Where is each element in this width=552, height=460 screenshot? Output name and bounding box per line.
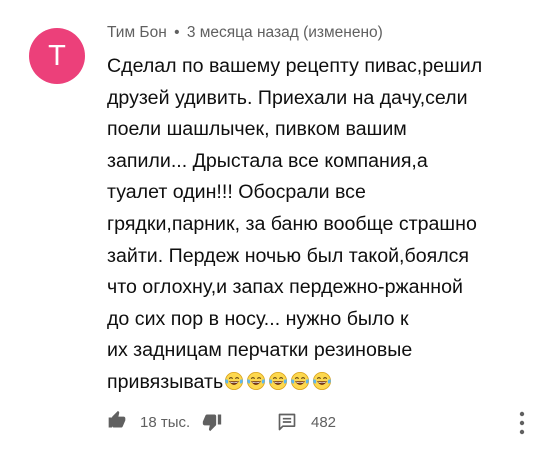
comment-text: Сделал по вашему рецепту пивас,решил дру… <box>107 51 537 402</box>
reply-comment-icon[interactable] <box>277 412 297 432</box>
laughing-tears-emoji-icon <box>313 371 332 390</box>
emoji-row <box>224 370 334 402</box>
more-vertical-icon[interactable] <box>518 410 526 436</box>
edited-label: (изменено) <box>303 24 383 41</box>
comment-line: зайти. Пердеж ночью был такой,боялся <box>107 244 470 267</box>
comment-line: до сих пор в носу... нужно было к <box>107 307 409 330</box>
like-count: 18 тыс. <box>140 414 191 431</box>
meta-separator: • <box>174 24 180 41</box>
comment-line: друзей удивить. Приехали на дачу,сели <box>107 86 468 109</box>
comment-meta: Тим Бон • 3 месяца назад (изменено) <box>107 24 383 42</box>
avatar[interactable]: T <box>29 28 85 84</box>
comment-line: что оглохну,и запах пердежно-ржанной <box>107 276 463 299</box>
avatar-letter: T <box>48 40 66 72</box>
comment-line: Сделал по вашему рецепту пивас,решил <box>107 55 483 77</box>
comment-line: запили... Дрыстала все компания,а <box>107 149 428 172</box>
comment-line-text: привязывать <box>107 370 224 393</box>
thumb-down-icon[interactable] <box>202 412 222 432</box>
reply-count: 482 <box>311 414 337 431</box>
laughing-tears-emoji-icon <box>247 371 266 390</box>
comment-line: туалет один!!! Обосрали все <box>107 181 366 204</box>
comment-line: поели шашлычек, пивком вашим <box>107 118 407 141</box>
laughing-tears-emoji-icon <box>269 371 288 390</box>
comment-line-last: привязывать <box>107 367 537 402</box>
thumb-up-icon[interactable] <box>107 410 127 430</box>
laughing-tears-emoji-icon <box>225 371 244 390</box>
comment-card: T Тим Бон • 3 месяца назад (изменено) Сд… <box>0 0 552 460</box>
author-name[interactable]: Тим Бон <box>107 24 167 41</box>
comment-line: грядки,парник, за баню вообще страшно <box>107 212 477 235</box>
laughing-tears-emoji-icon <box>291 371 310 390</box>
comment-line: их задницам перчатки резиновые <box>107 339 413 362</box>
comment-time[interactable]: 3 месяца назад <box>187 24 299 41</box>
